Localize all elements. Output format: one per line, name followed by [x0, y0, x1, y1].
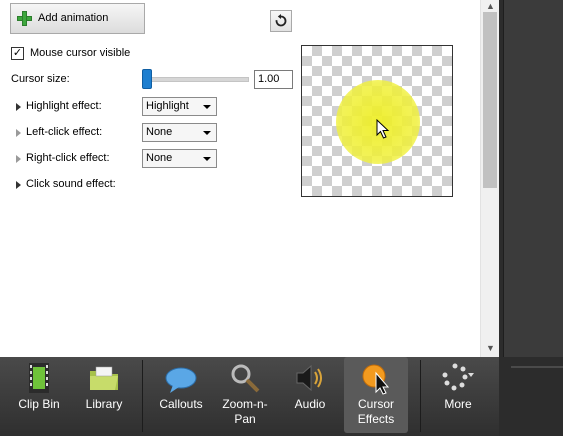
scrollbar-thumb[interactable]	[483, 12, 497, 188]
tab-label: Clip Bin	[18, 397, 60, 411]
tab-label: More	[444, 397, 472, 411]
divider	[420, 360, 421, 432]
highlight-effect-dropdown[interactable]: Highlight	[142, 97, 217, 116]
tab-callouts[interactable]: Callouts	[150, 357, 212, 433]
tab-label: Cursor	[357, 397, 394, 411]
mouse-cursor-visible-label: Mouse cursor visible	[30, 47, 131, 59]
reset-icon	[275, 14, 287, 27]
tab-clip-bin[interactable]: Clip Bin	[8, 357, 70, 433]
right-click-effect-label: Right-click effect:	[26, 152, 110, 164]
tab-label: Library	[85, 397, 123, 411]
plus-icon	[17, 11, 32, 26]
add-animation-label: Add animation	[38, 12, 109, 24]
right-inner-panel	[503, 0, 563, 357]
left-click-effect-dropdown[interactable]: None	[142, 123, 217, 142]
right-click-effect-dropdown[interactable]: None	[142, 149, 217, 168]
cursor-size-input[interactable]: 1.00	[254, 70, 293, 89]
expand-right-click-icon[interactable]	[16, 155, 21, 163]
cursor-size-label: Cursor size:	[11, 73, 70, 85]
highlight-effect-label: Highlight effect:	[26, 100, 102, 112]
cursor-effects-icon	[362, 364, 390, 395]
right-click-effect-value: None	[146, 152, 173, 164]
tab-zoom-n-pan[interactable]: Zoom-n- Pan	[214, 357, 276, 433]
folder-icon	[90, 366, 118, 390]
chevron-down-icon	[203, 157, 211, 161]
tab-cursor-effects[interactable]: Cursor Effects	[344, 357, 408, 433]
vertical-scrollbar[interactable]: ▲ ▼	[480, 0, 500, 357]
highlight-effect-value: Highlight	[146, 100, 189, 112]
tab-label: Audio	[294, 397, 326, 411]
cursor-size-slider-handle[interactable]	[142, 69, 152, 89]
scroll-up-icon[interactable]: ▲	[485, 1, 496, 11]
more-dots-icon	[442, 363, 474, 391]
tab-label-line2: Effects	[357, 412, 395, 426]
tab-label: Zoom-n-	[222, 397, 268, 411]
left-click-effect-value: None	[146, 126, 173, 138]
tab-library[interactable]: Library	[74, 357, 134, 433]
reset-button[interactable]	[270, 10, 292, 32]
expand-highlight-icon[interactable]	[16, 103, 21, 111]
chevron-down-icon	[203, 131, 211, 135]
scroll-down-icon[interactable]: ▼	[485, 343, 496, 353]
expand-click-sound-icon[interactable]	[16, 181, 21, 189]
divider	[511, 366, 563, 368]
speech-bubble-icon	[165, 367, 197, 393]
tab-label: Callouts	[159, 397, 203, 411]
tab-audio[interactable]: Audio	[280, 357, 340, 433]
tab-label-line2: Pan	[234, 412, 256, 426]
speaker-icon	[296, 364, 322, 392]
mouse-cursor-visible-checkbox[interactable]: ✓	[11, 47, 24, 60]
chevron-down-icon	[203, 105, 211, 109]
film-icon	[29, 363, 49, 393]
tab-more[interactable]: More	[428, 357, 488, 433]
divider	[142, 360, 143, 432]
cursor-size-slider-track[interactable]	[145, 77, 249, 82]
cursor-effects-panel: Add animation ✓ Mouse cursor visible Cur…	[0, 0, 500, 357]
cursor-preview	[301, 45, 453, 197]
click-sound-effect-label: Click sound effect:	[26, 178, 116, 190]
add-animation-button[interactable]: Add animation	[10, 3, 145, 34]
magnifier-icon	[231, 364, 260, 393]
mouse-pointer-icon	[376, 119, 390, 139]
expand-left-click-icon[interactable]	[16, 129, 21, 137]
left-click-effect-label: Left-click effect:	[26, 126, 103, 138]
